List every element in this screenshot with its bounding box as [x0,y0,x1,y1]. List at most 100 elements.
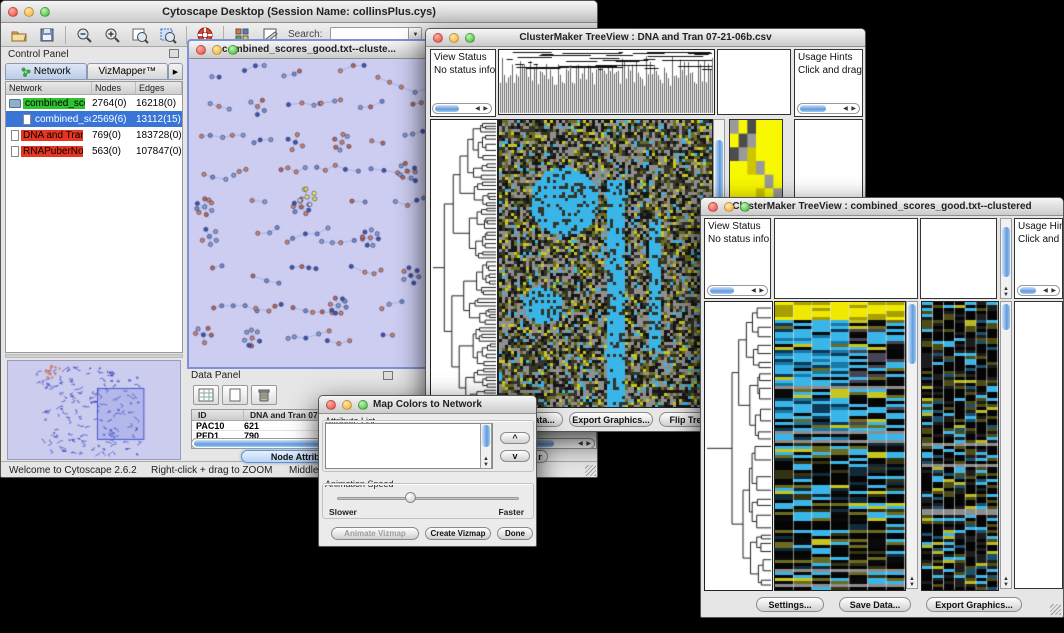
tab-network[interactable]: Network [5,63,87,80]
tv1-array-dendrogram[interactable] [498,49,715,115]
tv1-gene-dendrogram[interactable] [430,119,498,408]
network-row[interactable]: DNA and Tran 07 769(0) 183728(0) [6,127,182,143]
zoom-selected-icon[interactable] [158,25,178,45]
zoom-in-icon[interactable] [102,25,122,45]
toolbar-separator [65,26,66,44]
save-session-icon[interactable] [37,25,57,45]
close-icon[interactable] [708,202,718,212]
network-file-icon [11,130,19,141]
minimize-icon[interactable] [212,45,222,55]
col-edges[interactable]: Edges [136,82,182,94]
dialog-title: Map Colors to Network [373,399,482,410]
zoom-fit-icon[interactable] [130,25,150,45]
network-edges-count: 107847(0) [136,146,182,157]
create-vizmap-button[interactable]: Create Vizmap [425,527,491,540]
zoom-window-icon[interactable] [358,400,368,410]
status-middle-hint: Middle- [289,465,322,476]
tab-vizmapper[interactable]: VizMapper™ [87,63,169,80]
window-resize-grip[interactable] [1050,604,1061,615]
window-resize-grip[interactable] [585,465,596,476]
window-controls[interactable] [708,202,750,212]
minimize-icon[interactable] [449,33,459,43]
tv1-heatmap[interactable] [498,119,713,408]
move-up-button[interactable]: ^ [500,432,530,444]
col-network[interactable]: Network [6,82,92,94]
window-controls[interactable] [8,7,50,17]
network-row[interactable]: combined_sco 2569(6) 13112(15) [6,111,182,127]
animation-speed-slider-track[interactable] [337,497,519,500]
tv2-settings-button[interactable]: Settings... [756,597,824,612]
minimize-icon[interactable] [342,400,352,410]
tv2-hints-scrollbar[interactable]: ◀ ▶ [1017,285,1060,296]
tv1-export-graphics-button[interactable]: Export Graphics... [569,412,653,427]
tv2-genes-vscrollbar[interactable]: ▲▼ [1000,301,1012,589]
tv2-heatmap[interactable] [774,301,906,591]
tv2-secondary-heatmap[interactable] [921,301,999,591]
tv2-usage-hints-title: Usage Hints [1015,219,1062,232]
map-colors-dialog: Map Colors to Network Attribute List ▲▼ … [318,395,537,547]
col-id[interactable]: ID [192,410,244,420]
close-icon[interactable] [8,7,18,17]
close-icon[interactable] [196,45,206,55]
network-view-window: combined_scores_good.txt--cluste... [187,39,431,369]
animate-vizmap-button[interactable]: Animate Vizmap [331,527,419,540]
tv2-status-scrollbar[interactable]: ◀ ▶ [707,285,768,296]
panel-splitter[interactable] [5,354,183,358]
close-icon[interactable] [326,400,336,410]
window-controls[interactable] [196,45,238,55]
attribute-list-vscrollbar[interactable]: ▲▼ [480,423,492,469]
zoom-window-icon[interactable] [40,7,50,17]
tv2-heatmap-vscrollbar[interactable]: ▲▼ [906,301,918,589]
network-rows: combined_scores 2764(0) 16218(0) combine… [6,95,182,159]
zoom-out-icon[interactable] [74,25,94,45]
done-button[interactable]: Done [497,527,533,540]
treeview1-titlebar[interactable]: ClusterMaker TreeView : DNA and Tran 07-… [426,29,865,47]
tv2-save-data-button[interactable]: Save Data... [839,597,911,612]
network-view-titlebar[interactable]: combined_scores_good.txt--cluste... [189,41,429,59]
network-tab-icon [21,67,31,77]
tv1-correlation-matrix[interactable] [730,120,782,202]
minimize-icon[interactable] [724,202,734,212]
delete-attribute-icon[interactable] [251,385,277,405]
col-nodes[interactable]: Nodes [92,82,136,94]
tv1-export-graphics-label: Export Graphics... [572,415,650,425]
panel-float-icon[interactable] [169,49,179,58]
network-row[interactable]: combined_scores 2764(0) 16218(0) [6,95,182,111]
panel-float-icon[interactable] [383,371,393,380]
animation-speed-slider-thumb[interactable] [405,492,416,503]
tv2-save-data-label: Save Data... [850,600,901,610]
zoom-window-icon[interactable] [465,33,475,43]
window-controls[interactable] [433,33,475,43]
tv1-column-labels [717,49,791,115]
attribute-list [325,423,493,469]
tv2-labels-vscrollbar[interactable]: ▲▼ [1000,218,1012,299]
network-list-header[interactable]: Network Nodes Edges [6,82,182,95]
new-attribute-icon[interactable] [222,385,248,405]
tv2-gene-dendrogram[interactable] [704,301,773,591]
tv1-view-status-info: No status info f [431,63,495,76]
tv2-usage-hints-info: Click and [1015,232,1062,245]
animate-vizmap-label: Animate Vizmap [344,529,406,538]
treeview2-titlebar[interactable]: ClusterMaker TreeView : combined_scores_… [701,198,1063,216]
move-down-button[interactable]: v [500,450,530,462]
network-nodes-count: 769(0) [92,130,121,141]
select-attributes-icon[interactable] [193,385,219,405]
minimize-icon[interactable] [24,7,34,17]
network-row[interactable]: RNAPuberNov2+ 563(0) 107847(0) [6,143,182,159]
tv1-status-scrollbar[interactable]: ◀ ▶ [432,103,492,114]
move-down-label: v [512,451,517,461]
tv1-hints-scrollbar[interactable]: ◀ ▶ [797,103,860,114]
network-overview-canvas[interactable] [7,360,181,460]
tab-overflow-arrow-icon[interactable]: ▶ [168,63,183,80]
network-view-canvas[interactable] [189,59,429,367]
dialog-titlebar[interactable]: Map Colors to Network [319,396,536,414]
main-titlebar[interactable]: Cytoscape Desktop (Session Name: collins… [1,1,597,23]
zoom-window-icon[interactable] [740,202,750,212]
open-session-icon[interactable] [9,25,29,45]
tv2-export-graphics-button[interactable]: Export Graphics... [926,597,1022,612]
tv2-array-dendrogram-empty[interactable] [774,218,918,299]
window-controls[interactable] [326,400,368,410]
network-nodes-count: 563(0) [92,146,121,157]
close-icon[interactable] [433,33,443,43]
zoom-window-icon[interactable] [228,45,238,55]
